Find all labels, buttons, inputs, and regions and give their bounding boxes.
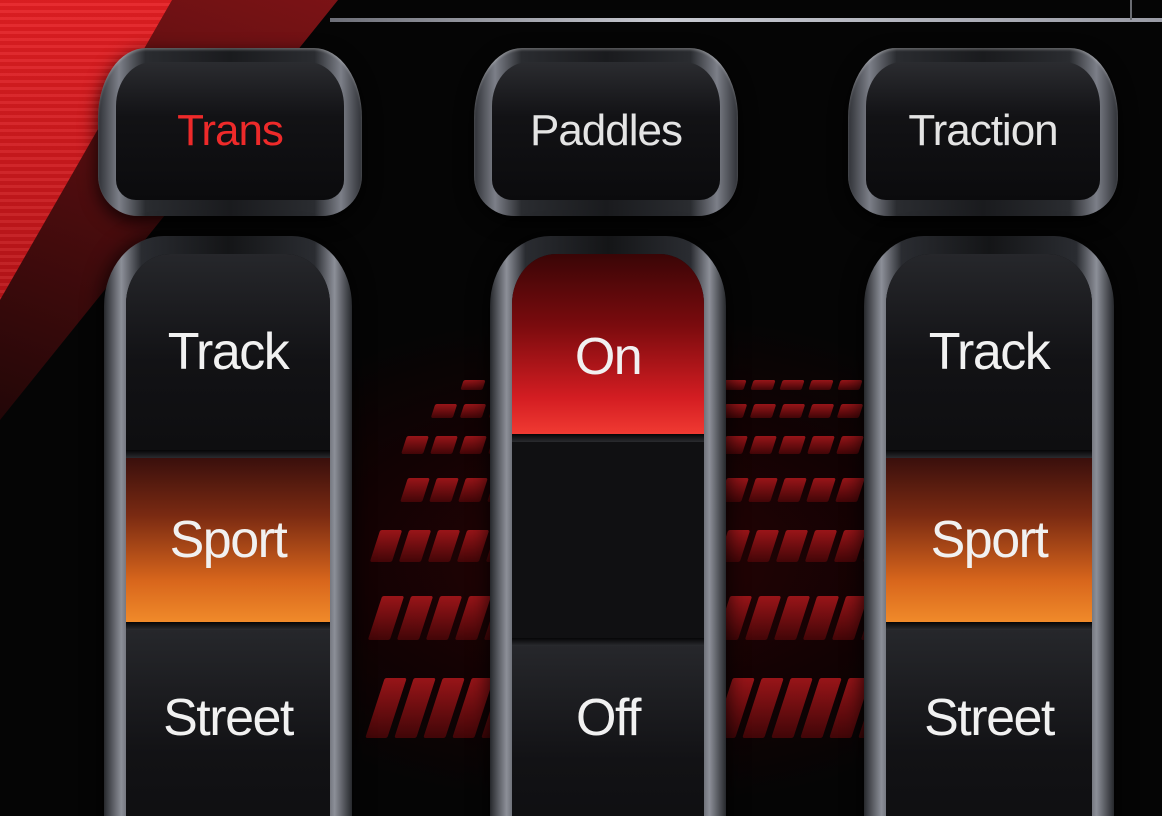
grid-bar	[806, 436, 835, 454]
grid-bar	[458, 436, 487, 454]
grid-bar	[747, 478, 778, 502]
tab-traction-label: Traction	[866, 62, 1100, 200]
paddles-option-off-label: Off	[576, 689, 641, 747]
paddles-option-on-label: On	[574, 328, 643, 386]
trans-option-track[interactable]: Track	[126, 254, 330, 450]
trans-option-sport-label: Sport	[169, 511, 288, 569]
grid-bar	[746, 530, 779, 562]
grid-bar	[834, 478, 865, 502]
grid-bar	[748, 436, 777, 454]
grid-bar	[835, 436, 864, 454]
grid-bar	[836, 404, 863, 418]
traction-selector: Track Sport Street	[864, 236, 1114, 816]
tab-trans[interactable]: Trans	[98, 48, 362, 216]
grid-bar	[749, 404, 776, 418]
grid-bar	[778, 404, 805, 418]
traction-selector-track: Track Sport Street	[886, 254, 1092, 816]
paddles-spacer	[512, 442, 704, 638]
grid-bar	[400, 436, 429, 454]
tab-paddles[interactable]: Paddles	[474, 48, 738, 216]
grid-bar	[807, 404, 834, 418]
traction-option-street-label: Street	[924, 689, 1055, 747]
grid-bar	[459, 404, 486, 418]
grid-bar	[429, 436, 458, 454]
traction-option-street[interactable]: Street	[886, 630, 1092, 816]
performance-pages-screen: Trans Paddles Traction Track Sport Stree…	[0, 0, 1162, 816]
grid-bar	[778, 380, 805, 390]
separator	[886, 450, 1092, 458]
grid-bar	[777, 436, 806, 454]
trans-selector: Track Sport Street	[104, 236, 352, 816]
grid-bar	[749, 380, 776, 390]
grid-bar	[804, 530, 837, 562]
tab-paddles-label: Paddles	[492, 62, 720, 200]
grid-bar	[457, 478, 488, 502]
separator	[126, 622, 330, 630]
divider-tick	[1130, 0, 1132, 20]
trans-option-street[interactable]: Street	[126, 630, 330, 816]
grid-bar	[807, 380, 834, 390]
paddles-selector-track: On Off	[512, 254, 704, 816]
top-divider-line	[330, 0, 1162, 22]
trans-option-track-label: Track	[167, 323, 290, 381]
separator	[886, 622, 1092, 630]
grid-bar	[369, 530, 402, 562]
traction-option-track-label: Track	[928, 323, 1051, 381]
grid-bar	[776, 478, 807, 502]
tab-trans-label: Trans	[116, 62, 344, 200]
separator	[126, 450, 330, 458]
paddles-selector: On Off	[490, 236, 726, 816]
trans-option-street-label: Street	[163, 689, 294, 747]
traction-option-track[interactable]: Track	[886, 254, 1092, 450]
grid-bar	[775, 530, 808, 562]
grid-bar	[428, 478, 459, 502]
grid-bar	[399, 478, 430, 502]
paddles-option-off[interactable]: Off	[512, 646, 704, 816]
trans-option-sport[interactable]: Sport	[126, 458, 330, 622]
paddles-option-on[interactable]: On	[512, 254, 704, 434]
grid-bar	[430, 404, 457, 418]
separator	[512, 638, 704, 646]
separator	[512, 434, 704, 442]
grid-bar	[805, 478, 836, 502]
trans-selector-track: Track Sport Street	[126, 254, 330, 816]
grid-bar	[427, 530, 460, 562]
tab-traction[interactable]: Traction	[848, 48, 1118, 216]
grid-bar	[459, 380, 486, 390]
grid-bar	[836, 380, 863, 390]
traction-option-sport[interactable]: Sport	[886, 458, 1092, 622]
traction-option-sport-label: Sport	[930, 511, 1049, 569]
grid-bar	[456, 530, 489, 562]
grid-bar	[398, 530, 431, 562]
grid-bar	[833, 530, 866, 562]
